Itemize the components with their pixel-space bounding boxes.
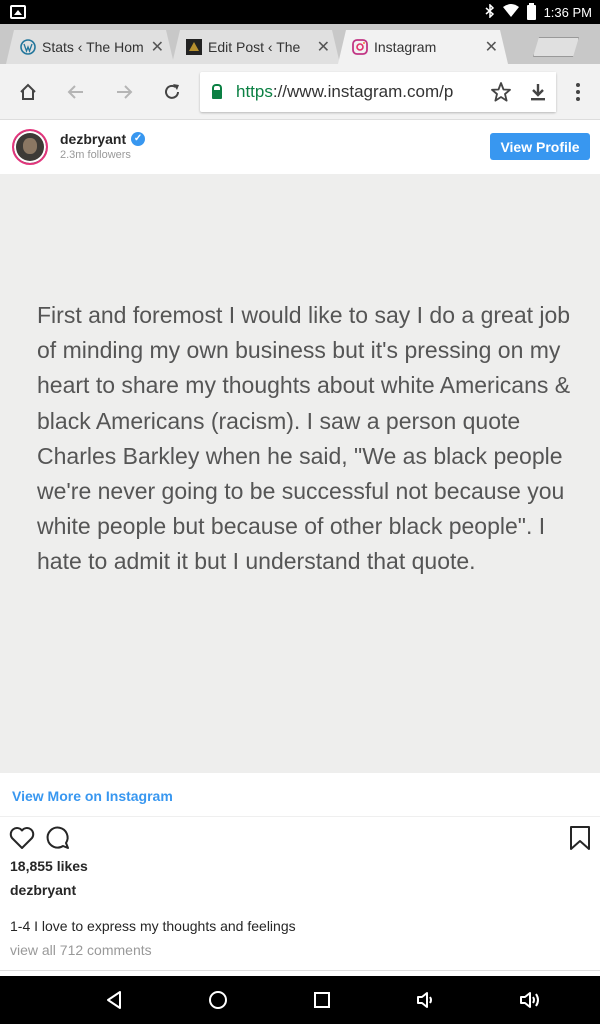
view-more-link[interactable]: View More on Instagram bbox=[12, 788, 173, 804]
forward-icon[interactable] bbox=[112, 80, 136, 104]
instagram-icon bbox=[352, 39, 368, 55]
close-tab-icon[interactable]: ✕ bbox=[485, 37, 498, 57]
bookmark-icon[interactable] bbox=[566, 824, 594, 852]
star-icon[interactable] bbox=[490, 81, 512, 103]
volume-down-icon[interactable] bbox=[414, 988, 438, 1012]
close-tab-icon[interactable]: ✕ bbox=[151, 37, 164, 57]
tab-stats[interactable]: Stats ‹ The Hom ✕ bbox=[6, 30, 174, 64]
profile-header: dezbryant ✓ 2.3m followers View Profile bbox=[0, 120, 600, 174]
caption-username[interactable]: dezbryant bbox=[10, 882, 76, 898]
profile-username[interactable]: dezbryant ✓ bbox=[60, 131, 146, 147]
home-icon[interactable] bbox=[16, 80, 40, 104]
more-options-icon[interactable] bbox=[566, 80, 590, 104]
navigation-bar bbox=[0, 976, 600, 1024]
clock: 1:36 PM bbox=[543, 4, 592, 20]
lock-icon bbox=[212, 83, 222, 99]
status-bar: 1:36 PM bbox=[0, 0, 600, 24]
post-actions: 18,855 likes dezbryant 1-4 I love to exp… bbox=[0, 818, 600, 978]
avatar[interactable] bbox=[12, 129, 48, 165]
bluetooth-icon bbox=[485, 2, 495, 21]
post-image: First and foremost I would like to say I… bbox=[0, 174, 600, 773]
wordpress-icon bbox=[20, 39, 36, 55]
like-count[interactable]: 18,855 likes bbox=[10, 858, 88, 874]
heart-icon[interactable] bbox=[8, 824, 36, 852]
volume-up-icon[interactable] bbox=[518, 988, 542, 1012]
tab-strip: Stats ‹ The Hom ✕ Edit Post ‹ The ✕ Inst… bbox=[0, 24, 600, 64]
tab-title: Edit Post ‹ The bbox=[208, 39, 301, 55]
new-tab-button[interactable] bbox=[533, 37, 579, 57]
tab-title: Instagram bbox=[374, 39, 437, 55]
follower-count: 2.3m followers bbox=[60, 149, 131, 161]
back-icon[interactable] bbox=[64, 80, 88, 104]
post-image-text: First and foremost I would like to say I… bbox=[37, 302, 571, 575]
url-text: ://www.instagram.com/p bbox=[272, 82, 454, 101]
battery-icon bbox=[526, 2, 536, 20]
comment-icon[interactable] bbox=[44, 824, 72, 852]
back-nav-icon[interactable] bbox=[102, 988, 126, 1012]
post-caption: 1-4 I love to express my thoughts and fe… bbox=[10, 918, 296, 934]
verified-badge-icon: ✓ bbox=[131, 132, 146, 146]
home-nav-icon[interactable] bbox=[206, 988, 230, 1012]
view-profile-button[interactable]: View Profile bbox=[490, 133, 590, 160]
reload-icon[interactable] bbox=[160, 80, 184, 104]
view-comments-link[interactable]: view all 712 comments bbox=[10, 942, 152, 958]
browser-toolbar: https ://www.instagram.com/p bbox=[0, 64, 600, 120]
wifi-icon bbox=[502, 4, 519, 20]
url-bar-actions bbox=[482, 72, 556, 112]
tab-edit-post[interactable]: Edit Post ‹ The ✕ bbox=[172, 30, 340, 64]
view-more-bar: View More on Instagram bbox=[0, 773, 600, 817]
gallery-icon bbox=[10, 5, 26, 19]
tab-title: Stats ‹ The Hom bbox=[42, 39, 144, 55]
site-icon bbox=[186, 39, 202, 55]
tab-instagram[interactable]: Instagram ✕ bbox=[338, 30, 508, 64]
download-icon[interactable] bbox=[528, 82, 548, 102]
recents-nav-icon[interactable] bbox=[310, 988, 334, 1012]
close-tab-icon[interactable]: ✕ bbox=[317, 37, 330, 57]
url-scheme: https bbox=[236, 82, 273, 101]
